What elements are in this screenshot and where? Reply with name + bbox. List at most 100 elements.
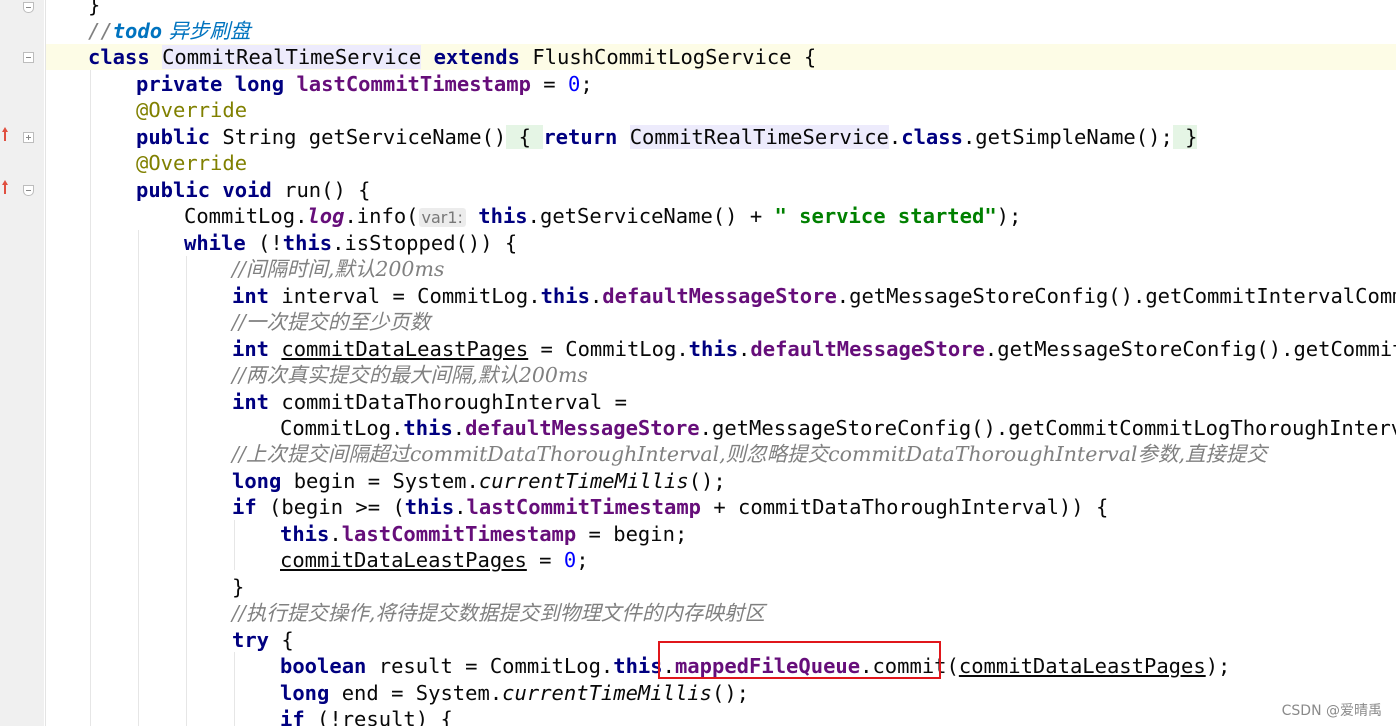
code-token: + commitDataThoroughInterval)) {: [701, 495, 1109, 519]
keyword-token: class: [901, 125, 963, 149]
code-line[interactable]: @Override: [136, 97, 247, 123]
code-token: .getMessageStoreConfig().getCommitInterv…: [836, 284, 1396, 308]
code-line[interactable]: CommitLog.this.defaultMessageStore.getMe…: [280, 415, 1396, 441]
code-line[interactable]: private long lastCommitTimestamp = 0;: [136, 71, 593, 97]
keyword-token: this: [282, 231, 333, 255]
field-token[interactable]: defaultMessageStore: [465, 416, 700, 440]
code-line[interactable]: if (begin >= (this.lastCommitTimestamp +…: [232, 494, 1108, 520]
keyword-token: if: [280, 707, 305, 726]
override-up-arrow-icon[interactable]: [0, 127, 8, 141]
code-token: (begin >= (: [256, 495, 405, 519]
code-editor[interactable]: } //todo 异步刷盘 class CommitRealTimeServic…: [46, 0, 1396, 726]
code-token: interval = CommitLog.: [269, 284, 541, 308]
code-token: FlushCommitLogService {: [520, 45, 817, 69]
static-method-token[interactable]: currentTimeMillis: [479, 469, 689, 493]
code-line[interactable]: //间隔时间,默认200ms: [232, 256, 444, 282]
folded-brace[interactable]: }: [1172, 125, 1198, 149]
field-token[interactable]: defaultMessageStore: [750, 337, 985, 361]
code-token: .: [589, 284, 603, 308]
annotation-highlight-box: [658, 641, 941, 679]
code-line[interactable]: this.lastCommitTimestamp = begin;: [280, 521, 687, 547]
keyword-token: this: [688, 337, 739, 361]
field-token[interactable]: lastCommitTimestamp: [296, 72, 531, 96]
fold-minus-icon[interactable]: [23, 2, 34, 13]
code-token: end = System.: [329, 681, 503, 705]
override-up-arrow-icon[interactable]: [0, 180, 8, 194]
code-line[interactable]: }: [232, 574, 244, 600]
code-line[interactable]: try {: [232, 627, 294, 653]
code-token: );: [996, 204, 1022, 228]
static-method-token[interactable]: currentTimeMillis: [502, 681, 712, 705]
folded-brace[interactable]: {: [506, 125, 544, 149]
annotation-token: @Override: [136, 98, 248, 122]
keyword-token: int: [232, 390, 270, 414]
editor-gutter[interactable]: [0, 0, 44, 726]
code-line[interactable]: CommitLog.log.info(var1: this.getService…: [184, 203, 1021, 229]
code-token: }: [88, 0, 101, 17]
code-line[interactable]: long end = System.currentTimeMillis();: [280, 680, 749, 706]
class-name-token[interactable]: CommitRealTimeService: [629, 125, 889, 149]
fold-minus-icon[interactable]: [23, 185, 34, 196]
code-token: }: [232, 575, 245, 599]
code-line[interactable]: public void run() {: [136, 177, 371, 203]
variable-token[interactable]: commitDataLeastPages: [280, 548, 527, 572]
comment-token: //上次提交间隔超过commitDataThoroughInterval,则忽略…: [232, 442, 1268, 466]
field-token[interactable]: lastCommitTimestamp: [342, 522, 577, 546]
code-token: begin = System.: [281, 469, 479, 493]
indent-guide: [234, 652, 235, 726]
code-token: {: [269, 628, 294, 652]
code-token: .: [329, 522, 342, 546]
code-line[interactable]: int commitDataLeastPages = CommitLog.thi…: [232, 336, 1396, 362]
code-token: .getMessageStoreConfig().getCommitCommit…: [984, 337, 1396, 361]
code-line[interactable]: //执行提交操作,将待提交数据提交到物理文件的内存映射区: [232, 600, 765, 626]
code-line[interactable]: @Override: [136, 150, 247, 176]
annotation-token: @Override: [136, 151, 248, 175]
indent-guide: [138, 230, 139, 726]
comment-token: //执行提交操作,将待提交数据提交到物理文件的内存映射区: [232, 601, 765, 625]
todo-text: 异步刷盘: [162, 19, 251, 43]
comment-token: //两次真实提交的最大间隔,默认200ms: [232, 363, 588, 387]
code-line[interactable]: //两次真实提交的最大间隔,默认200ms: [232, 362, 588, 388]
code-token: .info(: [344, 204, 419, 228]
keyword-token: private long: [136, 72, 285, 96]
code-line[interactable]: commitDataLeastPages = 0;: [280, 547, 589, 573]
static-field-token[interactable]: log: [307, 204, 344, 228]
code-line[interactable]: //todo 异步刷盘: [88, 18, 251, 44]
code-token: .: [888, 125, 902, 149]
code-line[interactable]: class CommitRealTimeService extends Flus…: [88, 44, 816, 70]
fold-minus-icon[interactable]: [23, 52, 34, 63]
string-token: " service started": [774, 204, 997, 228]
code-token: .getServiceName() +: [527, 204, 775, 228]
keyword-token: int: [232, 337, 270, 361]
code-line[interactable]: if (!result) {: [280, 706, 453, 726]
code-token: .: [454, 495, 467, 519]
keyword-token: public: [136, 125, 211, 149]
code-token: ();: [712, 681, 750, 705]
code-token: (!result) {: [304, 707, 453, 726]
code-line[interactable]: //一次提交的至少页数: [232, 309, 430, 335]
keyword-token: this: [280, 522, 330, 546]
code-token: .: [452, 416, 466, 440]
code-line[interactable]: int interval = CommitLog.this.defaultMes…: [232, 283, 1396, 309]
code-line[interactable]: while (!this.isStopped()) {: [184, 230, 517, 256]
code-token: CommitLog.: [184, 204, 308, 228]
code-line[interactable]: }: [88, 0, 100, 18]
class-name-token[interactable]: CommitRealTimeService: [162, 45, 422, 69]
code-token: = CommitLog.: [528, 337, 689, 361]
code-line[interactable]: int commitDataThoroughInterval =: [232, 389, 627, 415]
fold-plus-icon[interactable]: [23, 132, 34, 143]
parameter-hint: var1:: [418, 208, 466, 227]
keyword-token: extends: [433, 45, 520, 69]
code-line[interactable]: public String getServiceName() { return …: [136, 124, 1198, 150]
code-token: .: [738, 337, 751, 361]
code-line[interactable]: long begin = System.currentTimeMillis();: [232, 468, 726, 494]
variable-token[interactable]: commitDataLeastPages: [959, 654, 1206, 678]
field-token[interactable]: lastCommitTimestamp: [467, 495, 702, 519]
code-token: ;: [580, 72, 593, 96]
keyword-token: return: [543, 125, 618, 149]
field-token[interactable]: defaultMessageStore: [602, 284, 837, 308]
variable-token[interactable]: commitDataLeastPages: [281, 337, 528, 361]
code-token: ;: [576, 548, 589, 572]
code-line[interactable]: //上次提交间隔超过commitDataThoroughInterval,则忽略…: [232, 441, 1267, 467]
